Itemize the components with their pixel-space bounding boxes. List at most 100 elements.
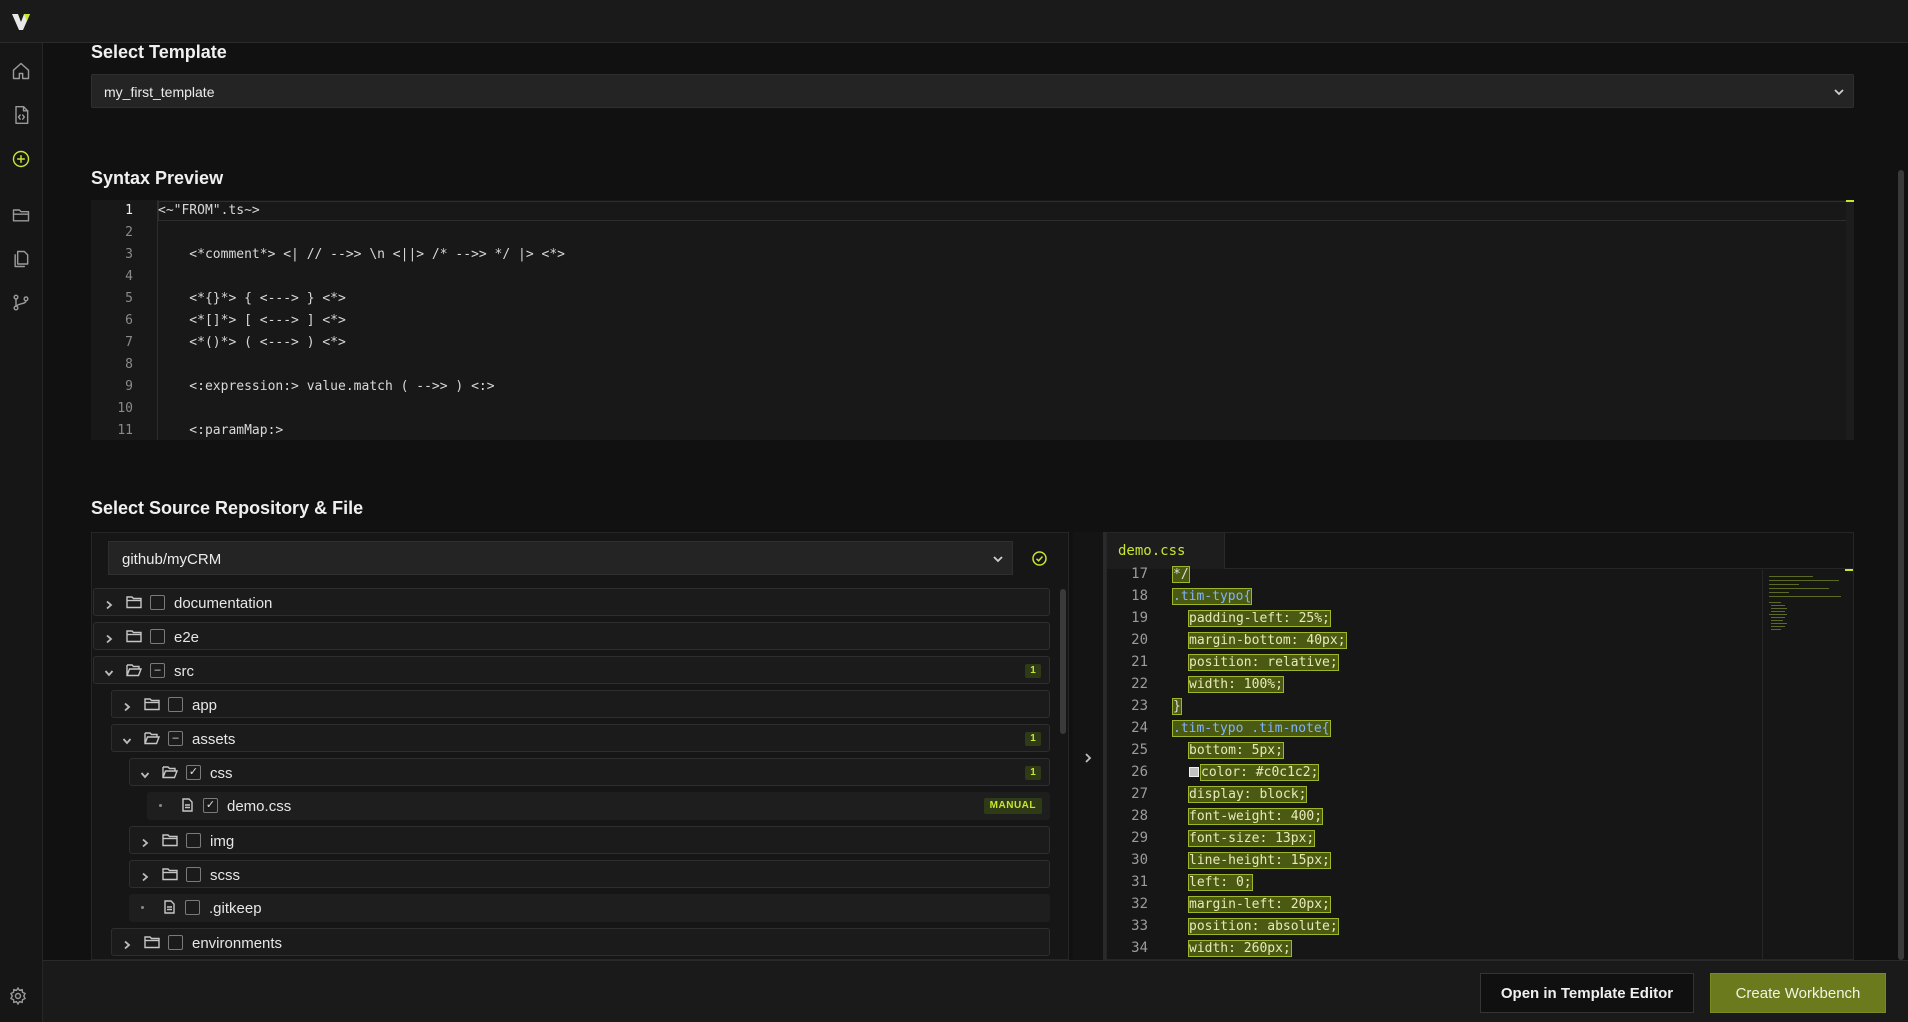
folder-checkbox[interactable]: [150, 629, 165, 644]
code-line: */: [1172, 566, 1190, 583]
line-number: 10: [117, 401, 133, 416]
tree-folder-src[interactable]: – src 1: [93, 656, 1050, 684]
folder-checkbox[interactable]: [186, 833, 201, 848]
line-number: 11: [117, 423, 133, 438]
folder-checkbox[interactable]: [168, 935, 183, 950]
top-bar: [0, 0, 1908, 43]
home-icon[interactable]: [9, 59, 33, 83]
file-icon: [161, 900, 177, 914]
tree-item-label: e2e: [174, 629, 200, 646]
tree-item-label: src: [174, 663, 194, 680]
repo-section-title: Select Source Repository & File: [91, 498, 364, 518]
editor-tab-bar: demo.css: [1107, 533, 1853, 569]
folder-checkbox[interactable]: [168, 697, 183, 712]
repository-select-value: github/myCRM: [122, 551, 222, 568]
tree-folder-documentation[interactable]: documentation: [93, 588, 1050, 616]
line-number: 20: [1131, 632, 1148, 648]
folder-checkbox[interactable]: –: [150, 663, 165, 678]
selection-count-badge: 1: [1025, 766, 1041, 780]
tree-item-label: app: [192, 697, 218, 714]
chevron-right-icon[interactable]: [140, 869, 150, 882]
git-branch-icon[interactable]: [9, 291, 33, 315]
repository-select[interactable]: github/myCRM: [108, 541, 1013, 575]
tree-scrollbar[interactable]: [1060, 589, 1066, 734]
code-line: <*()*> ( <---> ) <*>: [158, 335, 346, 350]
line-number: 17: [1131, 566, 1148, 582]
template-select-value: my_first_template: [104, 84, 215, 100]
gear-icon[interactable]: [8, 986, 30, 1008]
tree-item-label: demo.css: [227, 798, 292, 815]
create-workbench-button[interactable]: Create Workbench: [1710, 973, 1886, 1013]
open-in-template-editor-button[interactable]: Open in Template Editor: [1480, 973, 1694, 1013]
tree-folder-app[interactable]: app: [111, 690, 1050, 718]
check-circle-icon: [1031, 550, 1048, 567]
code-line: <*[]*> [ <---> ] <*>: [158, 313, 346, 328]
chevron-right-icon[interactable]: [140, 835, 150, 848]
tree-folder-scss[interactable]: scss: [129, 860, 1050, 888]
code-line: font-size: 13px;: [1187, 830, 1316, 847]
chevron-down-icon[interactable]: [140, 767, 150, 779]
editor-minimap[interactable]: [1762, 570, 1846, 959]
syntax-scrollbar[interactable]: [1846, 200, 1854, 440]
chevron-down-icon[interactable]: [104, 665, 114, 677]
add-circle-icon[interactable]: [9, 147, 33, 171]
line-number: 25: [1131, 742, 1148, 758]
editor-tab[interactable]: demo.css: [1107, 533, 1225, 569]
line-number: 8: [125, 357, 133, 372]
files-icon[interactable]: [9, 247, 33, 271]
line-number: 26: [1131, 764, 1148, 780]
repo-file-tree-panel: github/myCRM documentation e2e – src 1 a…: [91, 532, 1069, 960]
folder-checkbox[interactable]: [150, 595, 165, 610]
chevron-down-icon[interactable]: [122, 733, 132, 745]
folder-icon: [126, 629, 142, 643]
template-select[interactable]: my_first_template: [91, 74, 1854, 108]
folder-icon: [162, 867, 178, 881]
tree-file-demo-css[interactable]: ✓ demo.css MANUAL: [147, 792, 1050, 820]
code-line: <:expression:> value.match ( -->> ) <:>: [158, 379, 495, 394]
syntax-preview[interactable]: 1 2 3 4 5 6 7 8 9 10 11 <~"FROM".ts~> <*…: [91, 200, 1854, 440]
code-line: position: relative;: [1188, 654, 1339, 671]
folder-checkbox[interactable]: –: [168, 731, 183, 746]
tree-folder-img[interactable]: img: [129, 826, 1050, 854]
line-number: 31: [1131, 874, 1148, 890]
code-line: display: block;: [1187, 786, 1308, 803]
scroll-marker: [1845, 569, 1853, 571]
chevron-down-icon: [1832, 85, 1846, 99]
main-scrollbar[interactable]: [1898, 170, 1904, 960]
code-line: width: 260px;: [1188, 940, 1292, 957]
line-number: 34: [1131, 940, 1148, 956]
line-number: 2: [125, 225, 133, 240]
folder-icon[interactable]: [9, 203, 33, 227]
tree-file-gitkeep[interactable]: .gitkeep: [129, 894, 1050, 922]
file-editor[interactable]: demo.css 17 18 19 20 21 22 23 24 25 26 2…: [1106, 532, 1854, 960]
tree-folder-css[interactable]: ✓ css 1: [129, 758, 1050, 786]
editor-tab-label: demo.css: [1118, 543, 1186, 559]
panel-toggle-button[interactable]: [1073, 532, 1103, 960]
chevron-right-icon[interactable]: [122, 937, 132, 950]
bullet-dot: [159, 804, 162, 807]
code-line: <:paramMap:>: [158, 423, 284, 438]
code-line: bottom: 5px;: [1188, 742, 1284, 759]
line-number: 5: [125, 291, 133, 306]
bullet-dot: [141, 906, 144, 909]
tree-folder-environments[interactable]: environments: [111, 928, 1050, 956]
folder-open-icon: [162, 765, 179, 779]
code-line: .tim-typo{: [1171, 588, 1253, 605]
chevron-right-icon[interactable]: [104, 597, 114, 610]
file-checkbox[interactable]: ✓: [203, 798, 218, 813]
chevron-right-icon[interactable]: [122, 699, 132, 712]
line-number: 3: [125, 247, 133, 262]
chevron-right-icon[interactable]: [104, 631, 114, 644]
code-line: margin-left: 20px;: [1188, 896, 1331, 913]
folder-checkbox[interactable]: ✓: [186, 765, 201, 780]
tree-folder-e2e[interactable]: e2e: [93, 622, 1050, 650]
tree-item-label: assets: [192, 731, 236, 748]
code-file-icon[interactable]: [9, 103, 33, 127]
current-line-highlight: [158, 201, 1852, 221]
color-swatch[interactable]: [1189, 767, 1199, 777]
tree-folder-assets[interactable]: – assets 1: [111, 724, 1050, 752]
file-checkbox[interactable]: [185, 900, 200, 915]
logo-icon[interactable]: [8, 8, 34, 34]
code-line: }: [1172, 698, 1182, 715]
folder-checkbox[interactable]: [186, 867, 201, 882]
